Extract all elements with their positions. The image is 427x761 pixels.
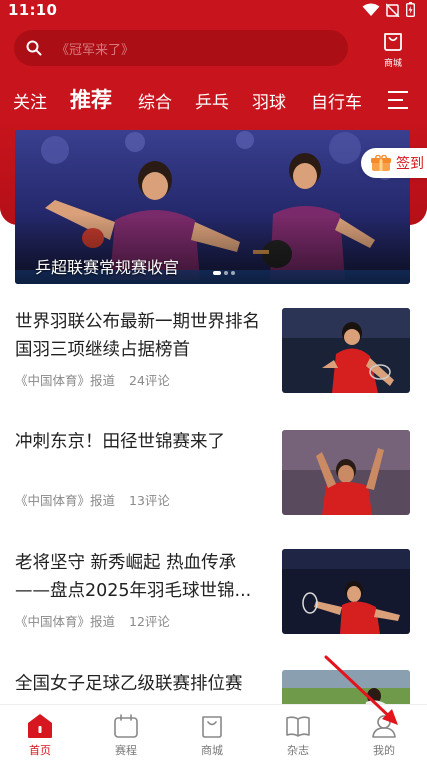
banner-caption: 乒超联赛常规赛收官 [35, 258, 180, 277]
news-source: 《中国体育》报道 [15, 373, 116, 388]
status-icons [362, 2, 415, 17]
news-thumbnail [282, 430, 410, 515]
carousel-dot [231, 271, 235, 275]
category-tab-cycling[interactable]: 自行车 [311, 88, 362, 113]
home-icon [28, 714, 52, 738]
tab-mall-label: 商城 [201, 744, 223, 757]
status-bar: 11:10 [0, 0, 427, 20]
banner-carousel[interactable]: 乒超联赛常规赛收官 [15, 130, 410, 284]
gift-icon [371, 155, 391, 171]
news-source: 《中国体育》报道 [15, 614, 116, 629]
news-title: 老将坚守 新秀崛起 热血传承——盘点2025年羽毛球世锦... [15, 553, 252, 601]
category-tabs: 关注 推荐 综合 乒乓 羽球 自行车 [0, 84, 427, 114]
search-input[interactable]: 《冠军来了》 [14, 30, 348, 66]
tab-schedule[interactable]: 赛程 [96, 705, 156, 761]
tab-mall[interactable]: 商城 [182, 705, 242, 761]
news-item[interactable]: 世界羽联公布最新一期世界排名 国羽三项继续占据榜首 《中国体育》报道 24评论 [15, 308, 412, 398]
news-item[interactable]: 冲刺东京！田径世锦赛来了 《中国体育》报道 13评论 [15, 428, 412, 518]
tab-home[interactable]: 首页 [10, 705, 70, 761]
calendar-icon [114, 714, 138, 738]
tab-magazine[interactable]: 杂志 [268, 705, 328, 761]
news-comments: 13评论 [129, 493, 170, 508]
no-sim-icon [386, 2, 400, 17]
category-tab-badminton[interactable]: 羽球 [252, 88, 286, 113]
tab-profile[interactable]: 我的 [354, 705, 414, 761]
bottom-tab-bar: 首页 赛程 商城 杂志 我的 [0, 704, 427, 761]
checkin-button[interactable]: 签到 [361, 148, 427, 178]
tab-profile-label: 我的 [373, 744, 395, 757]
news-meta: 《中国体育》报道 24评论 [15, 370, 180, 389]
news-source: 《中国体育》报道 [15, 493, 116, 508]
carousel-dots [213, 271, 235, 275]
news-thumbnail [282, 308, 410, 393]
news-comments: 12评论 [129, 614, 170, 629]
status-time: 11:10 [8, 1, 58, 19]
book-icon [286, 716, 310, 737]
search-placeholder: 《冠军来了》 [56, 43, 135, 58]
news-meta: 《中国体育》报道 13评论 [15, 490, 180, 509]
news-thumbnail [282, 549, 410, 634]
category-tab-general[interactable]: 综合 [138, 88, 172, 113]
category-tab-recommended[interactable]: 推荐 [70, 84, 112, 114]
checkin-label: 签到 [396, 156, 424, 172]
shopping-bag-icon [384, 33, 402, 51]
tab-magazine-label: 杂志 [287, 744, 309, 757]
battery-icon [406, 2, 415, 17]
tab-schedule-label: 赛程 [115, 744, 137, 757]
user-icon [372, 715, 396, 738]
mall-button-label: 商城 [383, 59, 402, 69]
news-title: 全国女子足球乙级联赛排位赛 [15, 674, 243, 694]
news-meta: 《中国体育》报道 12评论 [15, 611, 180, 630]
news-title: 冲刺东京！田径世锦赛来了 [15, 432, 225, 452]
carousel-dot-active [213, 271, 221, 275]
category-tab-table-tennis[interactable]: 乒乓 [195, 88, 229, 113]
tab-home-label: 首页 [29, 744, 51, 757]
search-icon [26, 40, 42, 56]
wifi-icon [362, 3, 380, 16]
category-tab-follow[interactable]: 关注 [13, 88, 47, 113]
news-title: 世界羽联公布最新一期世界排名 国羽三项继续占据榜首 [15, 312, 260, 360]
carousel-dot [224, 271, 228, 275]
shopping-bag-icon [202, 716, 222, 738]
news-item[interactable]: 老将坚守 新秀崛起 热血传承——盘点2025年羽毛球世锦... 《中国体育》报道… [15, 549, 412, 639]
news-comments: 24评论 [129, 373, 170, 388]
menu-icon[interactable] [387, 90, 409, 110]
mall-button[interactable]: 商城 [374, 28, 412, 69]
